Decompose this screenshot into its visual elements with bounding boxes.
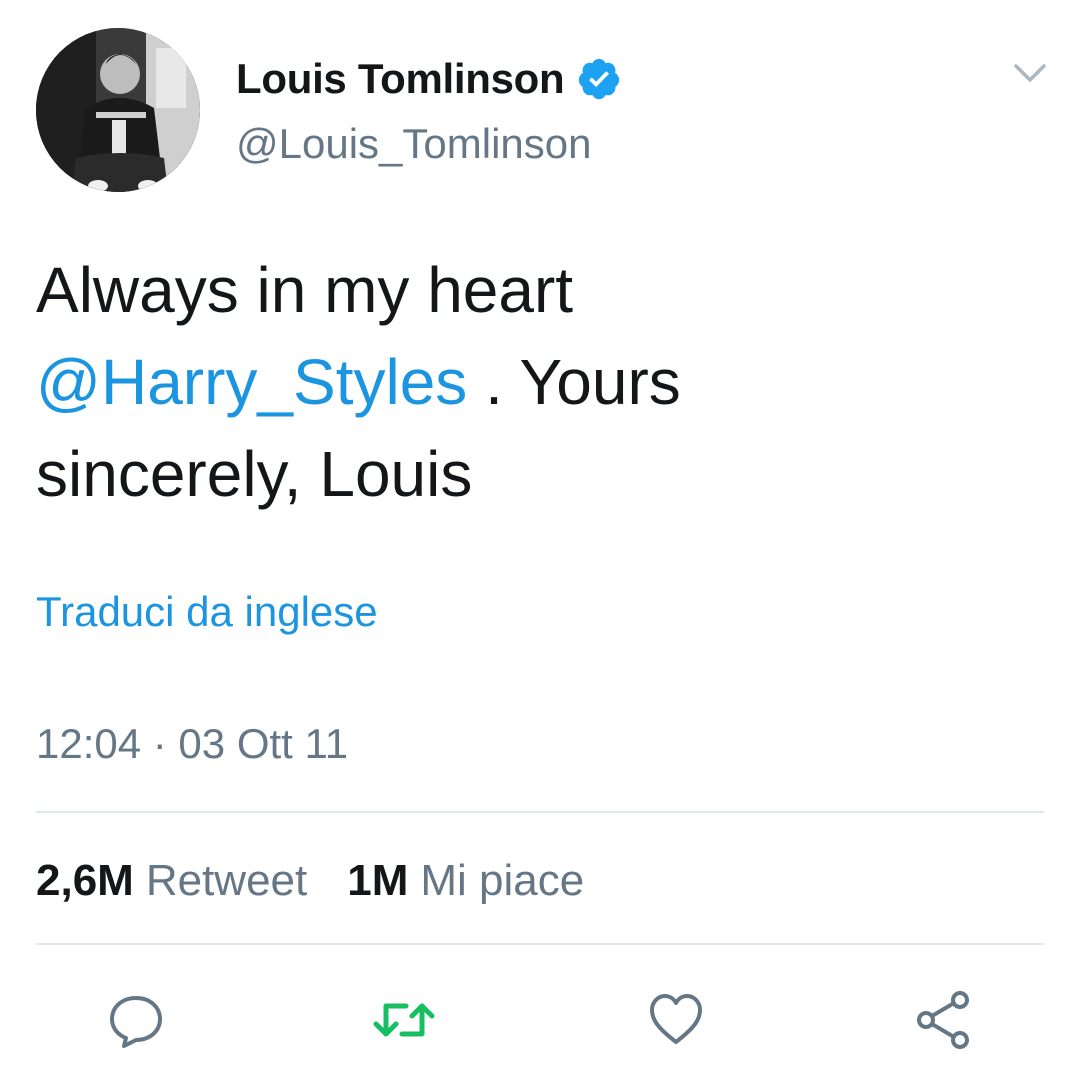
display-name[interactable]: Louis Tomlinson: [236, 55, 565, 103]
like-label[interactable]: Mi piace: [420, 856, 584, 906]
like-button[interactable]: [644, 988, 708, 1052]
user-name-row[interactable]: Louis Tomlinson: [236, 52, 622, 106]
like-count[interactable]: 1M: [347, 856, 408, 906]
retweet-icon: [373, 1003, 435, 1037]
mention-link[interactable]: @Harry_Styles: [36, 346, 467, 418]
heart-icon: [650, 994, 702, 1044]
divider: [36, 943, 1044, 945]
share-icon: [917, 991, 969, 1049]
tweet-text: Always in my heart @Harry_Styles . Yours…: [36, 244, 936, 520]
profile-photo: [36, 28, 200, 192]
tweet-text-start: Always in my heart: [36, 254, 574, 326]
tweet-actions: [0, 988, 1080, 1052]
retweet-button[interactable]: [372, 988, 436, 1052]
verified-badge-icon: [576, 56, 622, 102]
divider: [36, 811, 1044, 813]
tweet-timestamp: 12:04 · 03 Ott 11: [36, 720, 349, 767]
translate-link[interactable]: Traduci da inglese: [36, 588, 378, 636]
reply-button[interactable]: [104, 988, 168, 1052]
user-handle[interactable]: @Louis_Tomlinson: [236, 120, 591, 168]
retweet-label[interactable]: Retweet: [146, 856, 307, 906]
chevron-down-icon[interactable]: [1010, 58, 1050, 88]
reply-icon: [110, 996, 162, 1048]
avatar[interactable]: [36, 28, 200, 192]
tweet-stats: 2,6M Retweet 1M Mi piace: [36, 856, 584, 906]
share-button[interactable]: [912, 988, 976, 1052]
retweet-count[interactable]: 2,6M: [36, 856, 134, 906]
